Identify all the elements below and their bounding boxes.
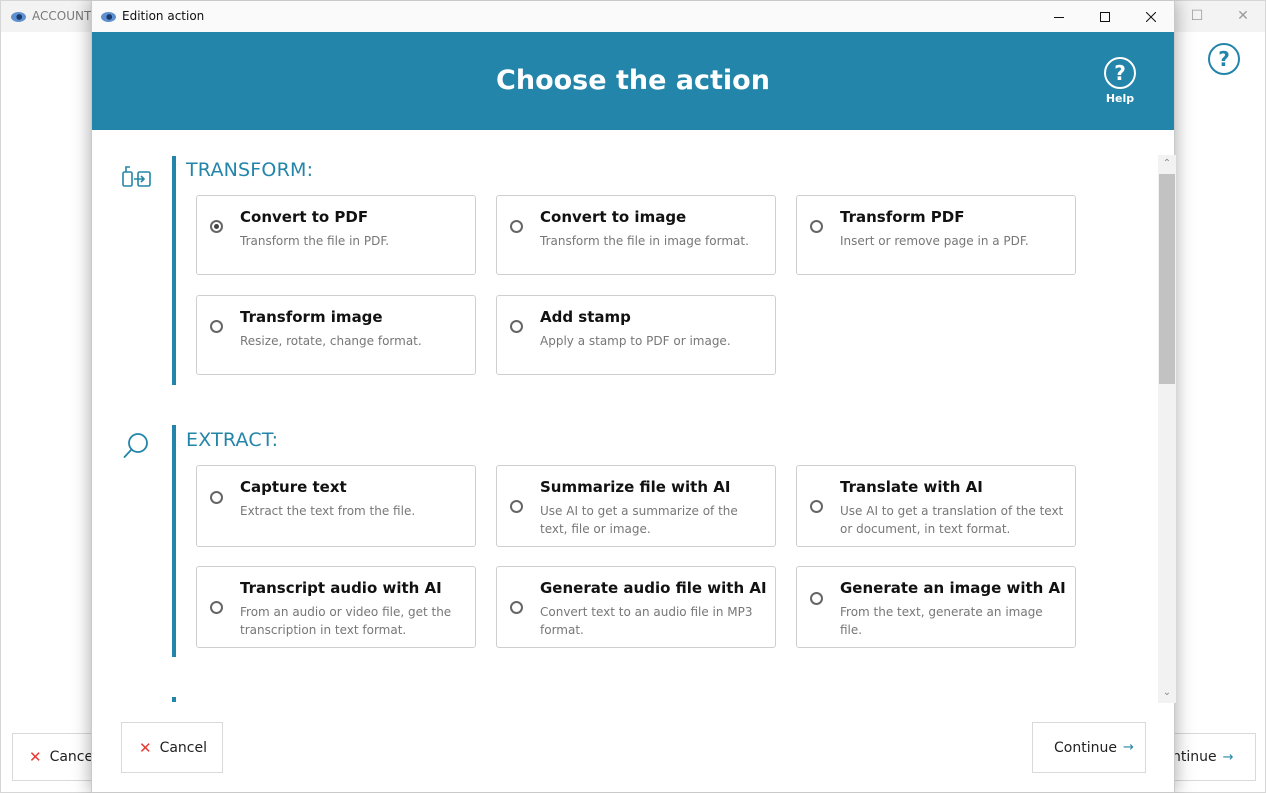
action-description: From the text, generate an image file. — [840, 605, 1043, 637]
scroll-down-icon[interactable]: ⌄ — [1158, 687, 1176, 698]
continue-button[interactable]: Continue → — [1032, 722, 1146, 773]
action-description: Transform the file in PDF. — [240, 234, 390, 248]
help-icon: ? — [1104, 57, 1136, 89]
background-help-icon[interactable]: ? — [1208, 43, 1240, 75]
minimize-icon[interactable] — [1036, 1, 1082, 32]
action-transcript-audio-with-ai[interactable]: Transcript audio with AI From an audio o… — [196, 566, 476, 648]
radio-button[interactable] — [810, 592, 823, 605]
action-description: Insert or remove page in a PDF. — [840, 234, 1029, 248]
action-title: Summarize file with AI — [540, 478, 731, 496]
radio-button[interactable] — [210, 220, 223, 233]
search-icon — [123, 433, 148, 458]
dialog-title-text: Edition action — [122, 9, 205, 23]
action-title: Generate audio file with AI — [540, 579, 767, 597]
continue-label: Continue — [1054, 739, 1117, 756]
action-convert-to-image[interactable]: Convert to image Transform the file in i… — [496, 195, 776, 275]
section-bar — [172, 425, 176, 657]
action-title: Generate an image with AI — [840, 579, 1066, 597]
action-title: Translate with AI — [840, 478, 983, 496]
action-convert-to-pdf[interactable]: Convert to PDF Transform the file in PDF… — [196, 195, 476, 275]
action-generate-an-image-with-ai[interactable]: Generate an image with AI From the text,… — [796, 566, 1076, 648]
section-bar — [172, 156, 176, 385]
action-add-stamp[interactable]: Add stamp Apply a stamp to PDF or image. — [496, 295, 776, 375]
app-logo-icon — [11, 11, 26, 22]
action-title: Convert to PDF — [240, 208, 369, 226]
action-description: Use AI to get a translation of the text … — [840, 504, 1064, 536]
action-title: Add stamp — [540, 308, 631, 326]
action-description: Apply a stamp to PDF or image. — [540, 334, 731, 348]
action-list: TRANSFORM: Convert to PDF Transform the … — [92, 130, 1158, 702]
action-title: Transform PDF — [840, 208, 965, 226]
action-description: Extract the text from the file. — [240, 504, 416, 518]
action-generate-audio-file-with-ai[interactable]: Generate audio file with AI Convert text… — [496, 566, 776, 648]
arrow-right-icon: → — [1222, 749, 1234, 765]
close-x-icon: ✕ — [29, 748, 42, 766]
radio-button[interactable] — [510, 320, 523, 333]
background-cancel-label: Cancel — [49, 749, 98, 765]
action-title: Convert to image — [540, 208, 687, 226]
action-description: Resize, rotate, change format. — [240, 334, 422, 348]
action-capture-text[interactable]: Capture text Extract the text from the f… — [196, 465, 476, 547]
action-description: Convert text to an audio file in MP3 for… — [540, 605, 753, 637]
scroll-up-icon[interactable]: ⌃ — [1158, 158, 1176, 169]
close-icon[interactable] — [1128, 1, 1174, 32]
radio-button[interactable] — [510, 500, 523, 513]
radio-button[interactable] — [810, 500, 823, 513]
action-summarize-file-with-ai[interactable]: Summarize file with AI Use AI to get a s… — [496, 465, 776, 547]
section-bar — [172, 697, 176, 702]
action-transform-pdf[interactable]: Transform PDF Insert or remove page in a… — [796, 195, 1076, 275]
action-title: Transform image — [240, 308, 383, 326]
section-title: TRANSFORM: — [186, 159, 314, 181]
radio-button[interactable] — [210, 491, 223, 504]
background-continue-label: ntinue — [1172, 749, 1217, 765]
action-description: From an audio or video file, get the tra… — [240, 605, 452, 637]
action-title: Capture text — [240, 478, 347, 496]
cancel-button[interactable]: ✕ Cancel — [121, 722, 223, 773]
action-description: Transform the file in image format. — [540, 234, 749, 248]
page-title: Choose the action — [496, 65, 770, 96]
action-translate-with-ai[interactable]: Translate with AI Use AI to get a transl… — [796, 465, 1076, 547]
close-x-icon: ✕ — [139, 738, 152, 757]
radio-button[interactable] — [810, 220, 823, 233]
background-title-text: ACCOUNT — [32, 9, 92, 23]
scrollbar-thumb[interactable] — [1159, 174, 1175, 384]
radio-button[interactable] — [510, 601, 523, 614]
section-title: EXTRACT: — [186, 429, 279, 451]
dialog-title: Edition action — [101, 1, 204, 32]
maximize-icon[interactable] — [1082, 1, 1128, 32]
radio-button[interactable] — [510, 220, 523, 233]
cancel-label: Cancel — [159, 739, 208, 756]
background-title: ACCOUNT — [11, 1, 91, 32]
action-title: Transcript audio with AI — [240, 579, 442, 597]
action-description: Use AI to get a summarize of the text, f… — [540, 504, 738, 536]
help-button[interactable]: ? Help — [1102, 57, 1138, 105]
dialog-titlebar: Edition action — [92, 1, 1174, 32]
background-maximize-icon[interactable]: ☐ — [1177, 1, 1217, 32]
help-label: Help — [1105, 92, 1135, 105]
dialog-header: Choose the action ? Help — [92, 32, 1174, 130]
background-close-icon[interactable]: ✕ — [1223, 1, 1263, 32]
radio-button[interactable] — [210, 601, 223, 614]
app-logo-icon — [101, 11, 116, 22]
radio-button[interactable] — [210, 320, 223, 333]
arrow-right-icon: → — [1122, 740, 1134, 755]
action-transform-image[interactable]: Transform image Resize, rotate, change f… — [196, 295, 476, 375]
edition-action-dialog: Edition action Choose the action ? Help — [91, 0, 1176, 793]
transform-icon — [122, 166, 151, 187]
